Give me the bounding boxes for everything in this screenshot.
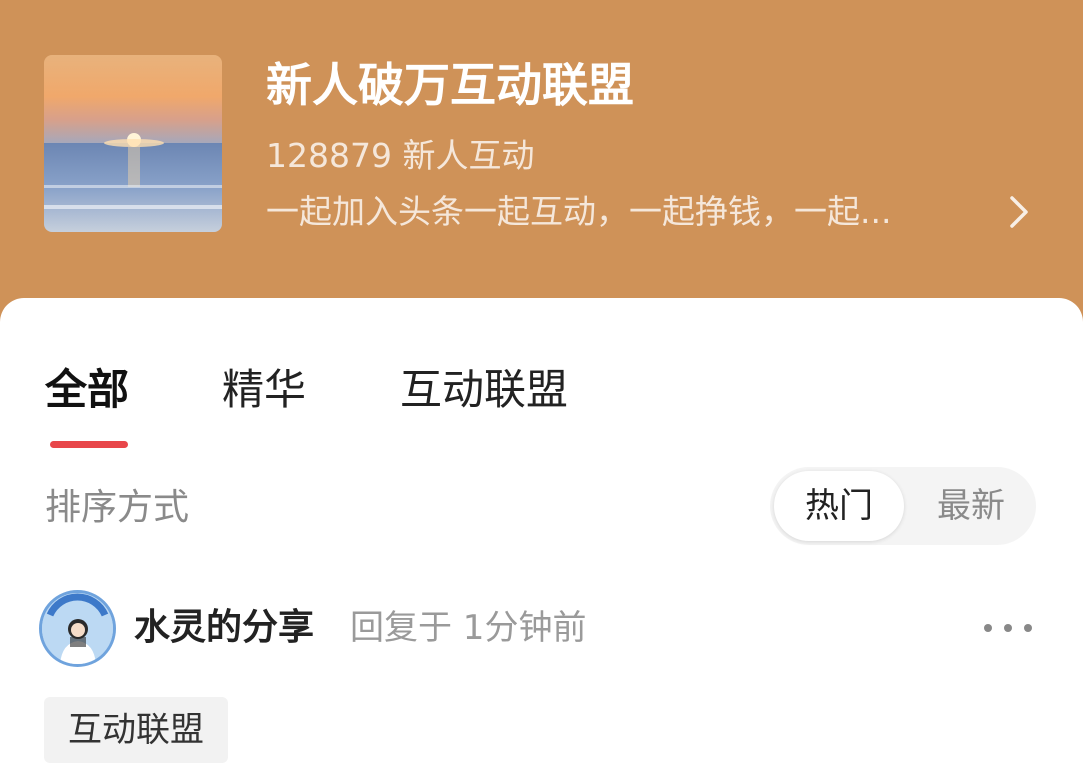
- user-avatar-image: [42, 593, 113, 664]
- tab-all[interactable]: 全部: [45, 362, 129, 418]
- sort-toggle: 热门 最新: [770, 467, 1036, 545]
- group-description[interactable]: 一起加入头条一起互动，一起挣钱，一起...: [266, 190, 966, 234]
- sort-option-hot[interactable]: 热门: [774, 471, 904, 541]
- sunset-over-sea-image: [44, 55, 222, 232]
- tab-featured[interactable]: 精华: [222, 362, 306, 418]
- avatar[interactable]: [39, 590, 116, 667]
- sort-option-latest[interactable]: 最新: [910, 471, 1032, 541]
- post-meta: 回复于 1分钟前: [350, 608, 587, 648]
- post-author[interactable]: 水灵的分享: [134, 604, 314, 652]
- post-tag[interactable]: 互动联盟: [44, 697, 228, 763]
- sort-label: 排序方式: [45, 487, 190, 528]
- group-header: 新人破万互动联盟 128879 新人互动 一起加入头条一起互动，一起挣钱，一起.…: [0, 0, 1083, 330]
- group-title: 新人破万互动联盟: [266, 58, 634, 112]
- group-stats: 128879 新人互动: [266, 136, 535, 175]
- active-tab-indicator: [50, 441, 128, 448]
- group-cover-image[interactable]: [44, 55, 222, 232]
- tab-alliance[interactable]: 互动联盟: [400, 362, 568, 418]
- chevron-right-icon[interactable]: [1000, 192, 1040, 232]
- more-dots-icon[interactable]: [980, 612, 1036, 644]
